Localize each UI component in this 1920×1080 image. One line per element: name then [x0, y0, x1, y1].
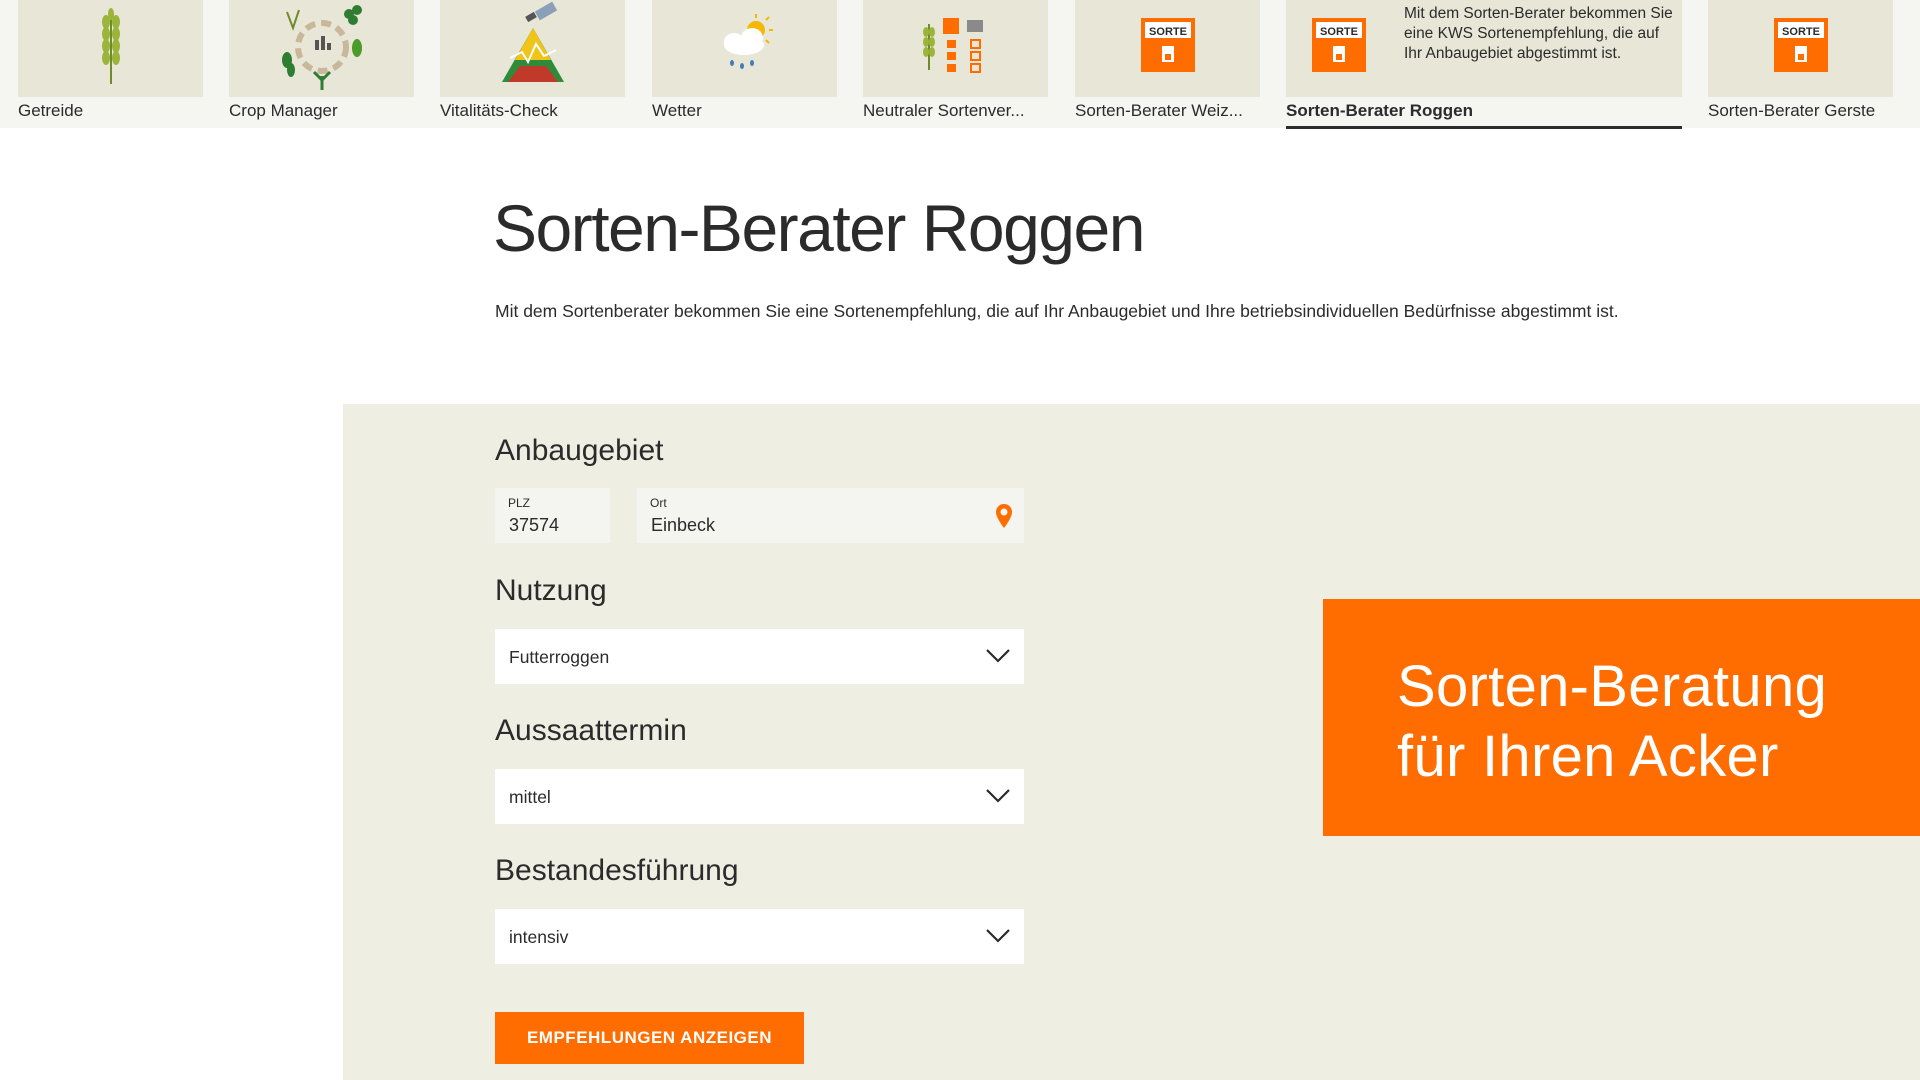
tile-thumbnail: SORTE Mit dem Sorten-Berater bekommen Si…	[1286, 0, 1682, 97]
page-title: Sorten-Berater Roggen	[493, 191, 1145, 265]
location-pin-icon[interactable]	[995, 503, 1013, 529]
tile-thumbnail	[863, 0, 1048, 97]
sorte-icon: SORTE	[1141, 18, 1195, 72]
nutzung-select[interactable]: Futterroggen	[495, 629, 1024, 684]
tile-label: Getreide	[18, 101, 84, 120]
wheat-icon	[102, 8, 120, 84]
ort-value: Einbeck	[651, 515, 716, 535]
crop-cycle-icon	[282, 5, 362, 90]
ort-field[interactable]: Ort Einbeck	[637, 488, 1024, 543]
tile-label: Neutraler Sortenver...	[863, 101, 1025, 120]
aussaattermin-label: Aussaattermin	[495, 714, 687, 747]
tile-thumbnail: SORTE	[1075, 0, 1260, 97]
tile-label: Crop Manager	[229, 101, 338, 120]
satellite-field-icon	[502, 1, 564, 82]
bestandesfuehrung-label: Bestandesführung	[495, 854, 739, 887]
tile-label: Sorten-Berater Gerste	[1708, 101, 1876, 120]
tile-thumbnail	[440, 0, 625, 97]
show-recommendations-button[interactable]: EMPFEHLUNGEN ANZEIGEN	[495, 1012, 804, 1064]
tile-label: Sorten-Berater Roggen	[1286, 101, 1474, 120]
promo-line-2: für Ihren Acker	[1397, 724, 1779, 789]
plz-field[interactable]: PLZ 37574	[495, 488, 610, 543]
tile-thumbnail: SORTE	[1708, 0, 1893, 97]
chevron-down-icon	[986, 649, 1010, 663]
svg-text:SORTE: SORTE	[1320, 26, 1358, 38]
sorte-icon: SORTE	[1774, 18, 1828, 72]
active-tab-indicator	[1286, 126, 1682, 129]
ort-label: Ort	[650, 496, 667, 510]
tile-description: Mit dem Sorten-Berater bekommen Sie eine…	[1404, 5, 1673, 62]
chevron-down-icon	[986, 929, 1010, 943]
nutzung-label: Nutzung	[495, 574, 607, 607]
svg-text:SORTE: SORTE	[1782, 26, 1820, 38]
app-strip: Getreide Crop Manager Vitalitäts-Check W…	[0, 0, 1920, 129]
plz-label: PLZ	[508, 496, 531, 510]
tile-label: Vitalitäts-Check	[440, 101, 558, 120]
variety-compare-icon	[923, 18, 983, 73]
svg-text:SORTE: SORTE	[1149, 26, 1187, 38]
nutzung-value: Futterroggen	[509, 647, 610, 667]
promo-line-1: Sorten-Beratung	[1397, 654, 1828, 719]
anbaugebiet-label: Anbaugebiet	[495, 434, 664, 467]
page-intro: Mit dem Sortenberater bekommen Sie eine …	[495, 301, 1619, 321]
sorte-icon: SORTE	[1312, 18, 1366, 72]
tile-thumbnail	[229, 0, 414, 97]
chevron-down-icon	[986, 789, 1010, 803]
tile-label: Sorten-Berater Weiz...	[1075, 101, 1243, 120]
promo-banner: Sorten-Beratung für Ihren Acker	[1323, 599, 1920, 836]
tile-thumbnail	[18, 0, 203, 97]
bestandesfuehrung-select[interactable]: intensiv	[495, 909, 1024, 964]
aussaattermin-select[interactable]: mittel	[495, 769, 1024, 824]
plz-value: 37574	[509, 515, 560, 535]
aussaattermin-value: mittel	[509, 787, 551, 807]
tile-thumbnail	[652, 0, 837, 97]
tile-label: Wetter	[652, 101, 702, 120]
bestandesfuehrung-value: intensiv	[509, 927, 569, 947]
weather-icon	[724, 14, 773, 69]
